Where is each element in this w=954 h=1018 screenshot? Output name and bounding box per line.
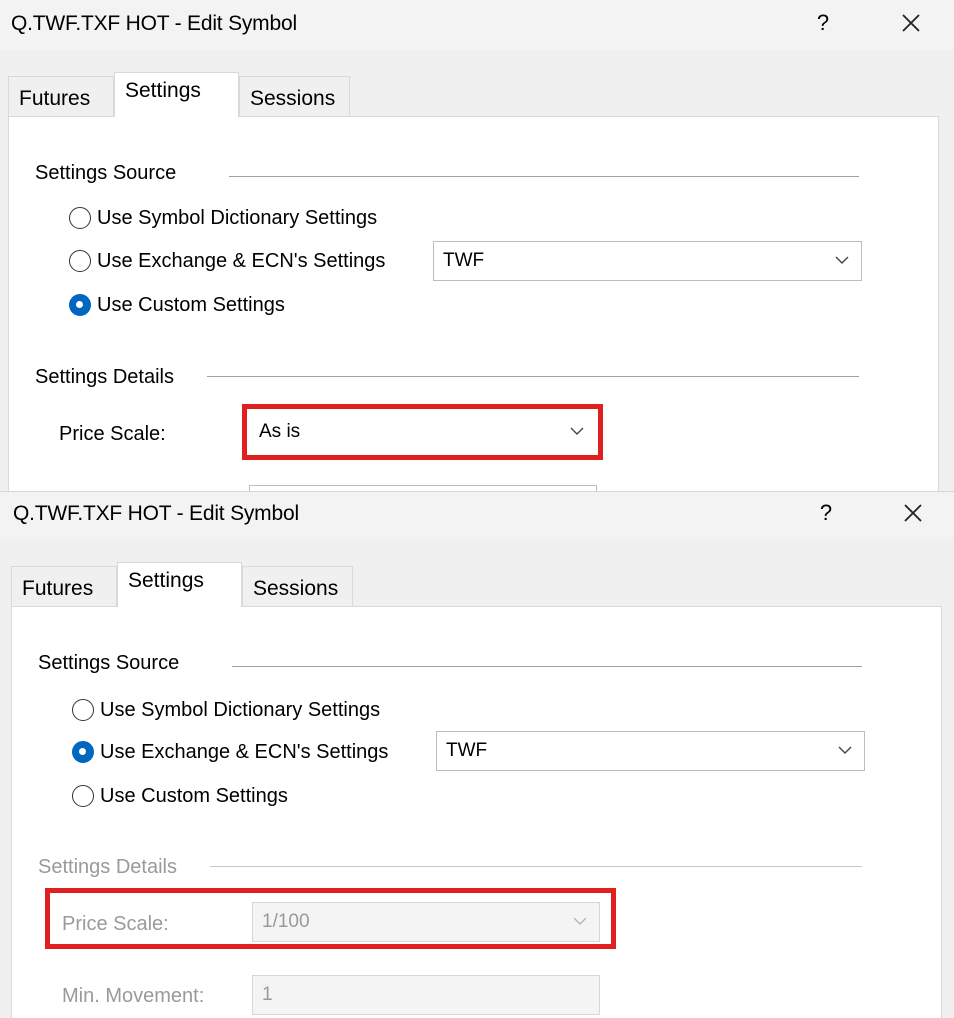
edit-symbol-dialog-custom: Q.TWF.TXF HOT - Edit Symbol ? Futures Se…	[0, 0, 954, 491]
radio-custom-settings[interactable]: Use Custom Settings	[72, 783, 288, 809]
radio-exchange-ecn[interactable]: Use Exchange & ECN's Settings	[69, 248, 385, 274]
min-movement-label: Min. Movement:	[62, 985, 205, 1007]
radio-label: Use Exchange & ECN's Settings	[97, 249, 386, 272]
help-button[interactable]: ?	[815, 10, 831, 36]
chevron-down-icon	[835, 256, 849, 264]
radio-label: Use Custom Settings	[100, 784, 288, 807]
min-movement-value: 1	[262, 984, 273, 1005]
radio-button[interactable]	[69, 207, 91, 229]
settings-details-heading: Settings Details	[35, 366, 174, 388]
radio-label: Use Exchange & ECN's Settings	[100, 740, 389, 763]
tab-futures[interactable]: Futures	[11, 566, 117, 606]
settings-source-heading: Settings Source	[35, 162, 177, 184]
min-movement-input: 1	[252, 975, 600, 1015]
settings-panel: Settings Source Use Symbol Dictionary Se…	[11, 606, 942, 1018]
tab-sessions[interactable]: Sessions	[242, 566, 353, 606]
settings-source-heading: Settings Source	[38, 652, 180, 674]
divider	[229, 176, 859, 177]
tab-sessions[interactable]: Sessions	[239, 76, 350, 116]
exchange-select[interactable]: TWF	[436, 731, 865, 771]
radio-label: Use Symbol Dictionary Settings	[97, 206, 378, 229]
title-bar: Q.TWF.TXF HOT - Edit Symbol ?	[0, 492, 954, 540]
red-highlight-box	[242, 404, 603, 460]
divider	[210, 866, 862, 867]
tab-settings[interactable]: Settings	[114, 72, 239, 117]
radio-label: Use Symbol Dictionary Settings	[100, 698, 381, 721]
price-scale-label: Price Scale:	[59, 423, 166, 445]
exchange-select-value: TWF	[446, 740, 488, 761]
close-icon[interactable]	[898, 10, 924, 36]
window-title: Q.TWF.TXF HOT - Edit Symbol	[13, 502, 299, 525]
divider	[232, 666, 862, 667]
tab-settings[interactable]: Settings	[117, 562, 242, 607]
settings-details-heading: Settings Details	[38, 856, 177, 878]
exchange-select[interactable]: TWF	[433, 241, 862, 281]
radio-custom-settings[interactable]: Use Custom Settings	[69, 292, 285, 318]
tab-futures[interactable]: Futures	[8, 76, 114, 116]
radio-label: Use Custom Settings	[97, 293, 285, 316]
chevron-down-icon	[838, 746, 852, 754]
divider	[207, 376, 859, 377]
red-highlight-box	[45, 888, 616, 949]
window-title: Q.TWF.TXF HOT - Edit Symbol	[11, 12, 297, 35]
help-button[interactable]: ?	[818, 500, 834, 526]
radio-symbol-dictionary[interactable]: Use Symbol Dictionary Settings	[69, 205, 377, 231]
radio-button[interactable]	[72, 699, 94, 721]
radio-button[interactable]	[72, 741, 94, 763]
radio-symbol-dictionary[interactable]: Use Symbol Dictionary Settings	[72, 697, 380, 723]
close-icon[interactable]	[900, 500, 926, 526]
edit-symbol-dialog-exchange: Q.TWF.TXF HOT - Edit Symbol ? Futures Se…	[0, 491, 954, 1018]
title-bar: Q.TWF.TXF HOT - Edit Symbol ?	[0, 0, 954, 50]
radio-exchange-ecn[interactable]: Use Exchange & ECN's Settings	[72, 739, 388, 765]
exchange-select-value: TWF	[443, 250, 485, 271]
tab-strip: Futures Settings Sessions	[11, 562, 951, 607]
radio-button[interactable]	[72, 785, 94, 807]
tab-strip: Futures Settings Sessions	[8, 72, 948, 117]
settings-panel: Settings Source Use Symbol Dictionary Se…	[8, 116, 939, 491]
radio-button[interactable]	[69, 250, 91, 272]
radio-button[interactable]	[69, 294, 91, 316]
